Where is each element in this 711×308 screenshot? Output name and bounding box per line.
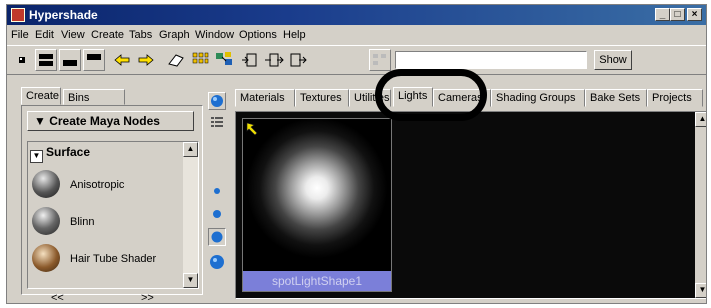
sphere-view-icon[interactable]: [208, 92, 226, 110]
tab-materials[interactable]: Materials: [235, 89, 295, 107]
spotlight-icon: [246, 122, 258, 136]
menu-options[interactable]: Options: [239, 29, 277, 41]
collapse-toggle-icon[interactable]: ▼: [30, 150, 43, 163]
list-item-hair-tube-shader[interactable]: Hair Tube Shader: [30, 244, 170, 274]
menu-window[interactable]: Window: [195, 29, 234, 41]
small-icons-icon[interactable]: [208, 182, 226, 200]
list-view-icon[interactable]: [208, 114, 226, 132]
minimize-button[interactable]: _: [655, 8, 670, 21]
layout-top-icon[interactable]: [83, 49, 105, 71]
lights-panel: spotLightShape1 ▲ ▼: [235, 111, 706, 299]
toggle-panel-icon[interactable]: [11, 49, 33, 71]
surface-section-header[interactable]: ▼ Surface: [30, 145, 90, 163]
list-item-blinn[interactable]: Blinn: [30, 207, 170, 237]
maximize-button[interactable]: □: [670, 8, 685, 21]
tab-shading-groups[interactable]: Shading Groups: [491, 89, 585, 107]
input-connections-icon[interactable]: [239, 49, 261, 71]
window-title: Hypershade: [29, 8, 98, 22]
menu-tabs[interactable]: Tabs: [129, 29, 152, 41]
grid-nodes-icon[interactable]: [189, 49, 211, 71]
tab-lights[interactable]: Lights: [393, 87, 433, 107]
list-item-label: Hair Tube Shader: [70, 253, 157, 265]
scroll-down-icon[interactable]: ▼: [695, 283, 706, 298]
left-horizontal-scroll[interactable]: << >>: [21, 292, 203, 303]
medium-icons-icon[interactable]: [208, 205, 226, 223]
menu-create[interactable]: Create: [91, 29, 124, 41]
create-panel: ▼ Create Maya Nodes ▼ Surface Anisotropic…: [21, 105, 203, 295]
input-output-connections-icon[interactable]: [263, 49, 285, 71]
menu-bar: File Edit View Create Tabs Graph Window …: [7, 26, 706, 44]
output-connections-icon[interactable]: [287, 49, 309, 71]
tab-projects[interactable]: Projects: [647, 89, 703, 107]
tab-cameras[interactable]: Cameras: [433, 89, 491, 107]
anisotropic-sphere-icon: [32, 170, 60, 198]
tab-utilities[interactable]: Utilities: [349, 89, 391, 107]
menu-view[interactable]: View: [61, 29, 85, 41]
layout-full-icon[interactable]: [35, 49, 57, 71]
close-button[interactable]: ×: [687, 8, 702, 21]
hair-tube-shader-icon: [32, 244, 60, 272]
lights-panel-scrollbar[interactable]: ▲ ▼: [695, 112, 706, 298]
tab-textures[interactable]: Textures: [295, 89, 349, 107]
back-arrow-icon[interactable]: [111, 49, 133, 71]
triangle-down-icon: ▼: [34, 114, 50, 128]
view-mode-column: [205, 87, 229, 297]
menu-graph[interactable]: Graph: [159, 29, 190, 41]
node-list-scrollbar[interactable]: ▲ ▼: [183, 142, 198, 288]
surface-label: Surface: [46, 145, 91, 159]
list-item-label: Anisotropic: [70, 179, 125, 191]
title-bar[interactable]: Hypershade _ □ ×: [7, 5, 706, 25]
blinn-sphere-icon: [32, 207, 60, 235]
menu-file[interactable]: File: [11, 29, 29, 41]
filter-icon[interactable]: [369, 49, 391, 71]
graph-network-icon[interactable]: [213, 49, 235, 71]
eraser-icon[interactable]: [165, 49, 187, 71]
tab-bins[interactable]: Bins: [63, 89, 125, 105]
scroll-down-icon[interactable]: ▼: [183, 273, 198, 288]
scroll-left-button[interactable]: <<: [51, 292, 64, 303]
spotlight-node-swatch[interactable]: spotLightShape1: [242, 118, 392, 292]
forward-arrow-icon[interactable]: [135, 49, 157, 71]
light-preview: [243, 119, 391, 269]
search-input[interactable]: [395, 51, 587, 69]
list-item-label: Blinn: [70, 216, 95, 228]
create-maya-nodes-label: Create Maya Nodes: [49, 114, 160, 128]
tab-create[interactable]: Create: [21, 87, 61, 105]
menu-help[interactable]: Help: [283, 29, 306, 41]
large-icons-icon[interactable]: [208, 228, 226, 246]
tab-bake-sets[interactable]: Bake Sets: [585, 89, 647, 107]
scroll-up-icon[interactable]: ▲: [183, 142, 198, 157]
menu-edit[interactable]: Edit: [35, 29, 54, 41]
extra-large-icons-icon[interactable]: [208, 253, 226, 271]
node-list: ▼ Surface Anisotropic Blinn Hair Tube Sha…: [27, 141, 199, 289]
node-label: spotLightShape1: [243, 271, 391, 291]
app-icon: [11, 8, 25, 22]
show-button[interactable]: Show: [594, 50, 632, 70]
list-item-anisotropic[interactable]: Anisotropic: [30, 170, 170, 200]
layout-bottom-icon[interactable]: [59, 49, 81, 71]
create-maya-nodes-button[interactable]: ▼ Create Maya Nodes: [27, 111, 194, 131]
scroll-right-button[interactable]: >>: [141, 292, 154, 303]
scroll-up-icon[interactable]: ▲: [695, 112, 706, 127]
toolbar: Show: [7, 45, 706, 75]
hypershade-window: Hypershade _ □ × File Edit View Create T…: [6, 4, 707, 304]
